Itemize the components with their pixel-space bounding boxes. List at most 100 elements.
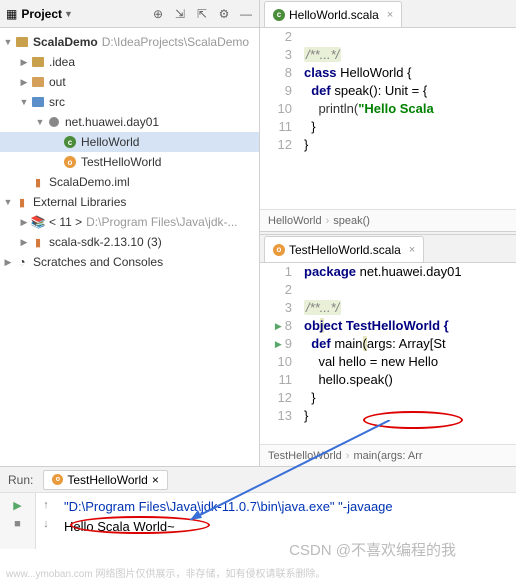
run-header: Run: o TestHelloWorld × [0,467,516,493]
gutter: 1 2 3 ▶8 ▶9 10 11 12 13 [260,263,300,444]
expand-icon[interactable]: ⇲ [173,7,187,21]
project-tree: ▼ ScalaDemo D:\IdeaProjects\ScalaDemo ▶ … [0,28,259,276]
folder-icon [30,74,46,90]
tree-scratches[interactable]: ▶ ◔ Scratches and Consoles [0,252,259,272]
editor-area: c HelloWorld.scala × 2 3 8 9 10 11 12 /*… [260,0,516,466]
run-gutter-icon[interactable]: ▶ [275,335,282,353]
close-icon[interactable]: × [387,9,393,21]
scala-object-icon: o [52,474,63,485]
console-stdout: Hello Scala World~ [64,517,508,537]
tree-package[interactable]: ▼ net.huawei.day01 [0,112,259,132]
run-tab[interactable]: o TestHelloWorld × [43,470,168,490]
run-label: Run: [8,473,33,487]
code-editor-bottom[interactable]: 1 2 3 ▶8 ▶9 10 11 12 13 package net.huaw… [260,263,516,444]
chevron-down-icon[interactable]: ▼ [34,117,46,127]
tree-root[interactable]: ▼ ScalaDemo D:\IdeaProjects\ScalaDemo [0,32,259,52]
project-icon: ▦ [6,7,17,21]
tree-helloworld[interactable]: c HelloWorld [0,132,259,152]
stop-button[interactable]: ■ [10,516,26,532]
gutter: 2 3 8 9 10 11 12 [260,28,300,209]
scala-object-icon: o [62,154,78,170]
iml-icon: ▮ [30,174,46,190]
tree-label: .idea [49,55,75,69]
scala-class-icon: c [62,134,78,150]
console-cmd: "D:\Program Files\Java\jdk-11.0.7\bin\ja… [64,497,508,517]
down-button[interactable]: ↓ [38,516,54,532]
footer-note: www...ymoban.com 网络图片仅供展示，非存储，如有侵权请联系删除。 [6,565,325,580]
rerun-button[interactable]: ▶ [10,497,26,513]
scala-class-icon: c [273,9,285,21]
project-root-icon [14,34,30,50]
tree-testhelloworld[interactable]: o TestHelloWorld [0,152,259,172]
code-content[interactable]: /**...*/ class HelloWorld { def speak():… [300,28,516,209]
sdk-icon: ▮ [30,234,46,250]
libraries-icon: ▮ [14,194,30,210]
dropdown-icon[interactable]: ▼ [64,9,73,19]
project-tool-window: ▦ Project ▼ ⊕ ⇲ ⇱ ⚙ — ▼ ScalaDemo D:\Ide… [0,0,260,466]
tab-label: TestHelloWorld.scala [289,243,401,257]
chevron-right-icon[interactable]: ▶ [2,257,14,268]
project-panel-title: Project [21,7,62,21]
chevron-right-icon[interactable]: ▶ [18,57,30,68]
chevron-right-icon: › [346,450,350,462]
gear-icon[interactable]: ⚙ [217,7,231,21]
editor-tabs-top: c HelloWorld.scala × [260,0,516,28]
run-gutter-icon[interactable]: ▶ [275,317,282,335]
console-output[interactable]: "D:\Program Files\Java\jdk-11.0.7\bin\ja… [56,493,516,549]
tree-label: ScalaDemo.iml [49,175,130,189]
tab-testhelloworld[interactable]: o TestHelloWorld.scala × [264,236,424,262]
code-content[interactable]: package net.huawei.day01 /**...*/ object… [300,263,516,444]
tree-label: HelloWorld [81,135,139,149]
tree-path: D:\Program Files\Java\jdk-... [86,215,237,229]
tree-path: D:\IdeaProjects\ScalaDemo [102,35,249,49]
breadcrumb-item[interactable]: TestHelloWorld [268,450,342,462]
tree-out[interactable]: ▶ out [0,72,259,92]
chevron-right-icon[interactable]: ▶ [18,217,30,228]
run-tab-label: TestHelloWorld [67,473,147,487]
breadcrumb-item[interactable]: main(args: Arr [353,450,422,462]
chevron-right-icon[interactable]: ▶ [18,237,30,248]
tab-helloworld[interactable]: c HelloWorld.scala × [264,1,402,27]
run-tool-window: Run: o TestHelloWorld × ▶ ■ ↑ ↓ "D:\Prog… [0,466,516,549]
breadcrumb-item[interactable]: HelloWorld [268,215,322,227]
package-icon [46,114,62,130]
chevron-down-icon[interactable]: ▼ [2,37,14,47]
close-icon[interactable]: × [409,244,415,256]
tree-label: net.huawei.day01 [65,115,159,129]
chevron-right-icon[interactable]: ▶ [18,77,30,88]
tree-jdk[interactable]: ▶ 📚 < 11 > D:\Program Files\Java\jdk-... [0,212,259,232]
tree-label: out [49,75,66,89]
chevron-down-icon[interactable]: ▼ [18,97,30,107]
target-icon[interactable]: ⊕ [151,7,165,21]
breadcrumb-item[interactable]: speak() [333,215,370,227]
chevron-down-icon[interactable]: ▼ [2,197,14,207]
breadcrumb-bottom[interactable]: TestHelloWorld › main(args: Arr [260,444,516,466]
tree-idea[interactable]: ▶ .idea [0,52,259,72]
tree-label: ScalaDemo [33,35,98,49]
breadcrumb-top[interactable]: HelloWorld › speak() [260,209,516,231]
scala-object-icon: o [273,244,285,256]
tree-label: < 11 > [49,215,82,229]
tree-src[interactable]: ▼ src [0,92,259,112]
close-icon[interactable]: × [152,473,159,487]
tree-scala-sdk[interactable]: ▶ ▮ scala-sdk-2.13.10 (3) [0,232,259,252]
editor-tabs-bottom: o TestHelloWorld.scala × [260,235,516,263]
project-panel-header: ▦ Project ▼ ⊕ ⇲ ⇱ ⚙ — [0,0,259,28]
code-editor-top[interactable]: 2 3 8 9 10 11 12 /**...*/ class HelloWor… [260,28,516,209]
src-folder-icon [30,94,46,110]
jdk-icon: 📚 [30,214,46,230]
tab-label: HelloWorld.scala [289,8,379,22]
scratches-icon: ◔ [14,254,30,270]
collapse-icon[interactable]: ⇱ [195,7,209,21]
hide-icon[interactable]: — [239,7,253,21]
tree-label: Scratches and Consoles [33,255,163,269]
tree-label: TestHelloWorld [81,155,161,169]
up-button[interactable]: ↑ [38,497,54,513]
tree-label: External Libraries [33,195,126,209]
chevron-right-icon: › [326,215,330,227]
folder-icon [30,54,46,70]
tree-ext-libs[interactable]: ▼ ▮ External Libraries [0,192,259,212]
tree-label: src [49,95,65,109]
tree-label: scala-sdk-2.13.10 (3) [49,235,162,249]
tree-iml[interactable]: ▮ ScalaDemo.iml [0,172,259,192]
